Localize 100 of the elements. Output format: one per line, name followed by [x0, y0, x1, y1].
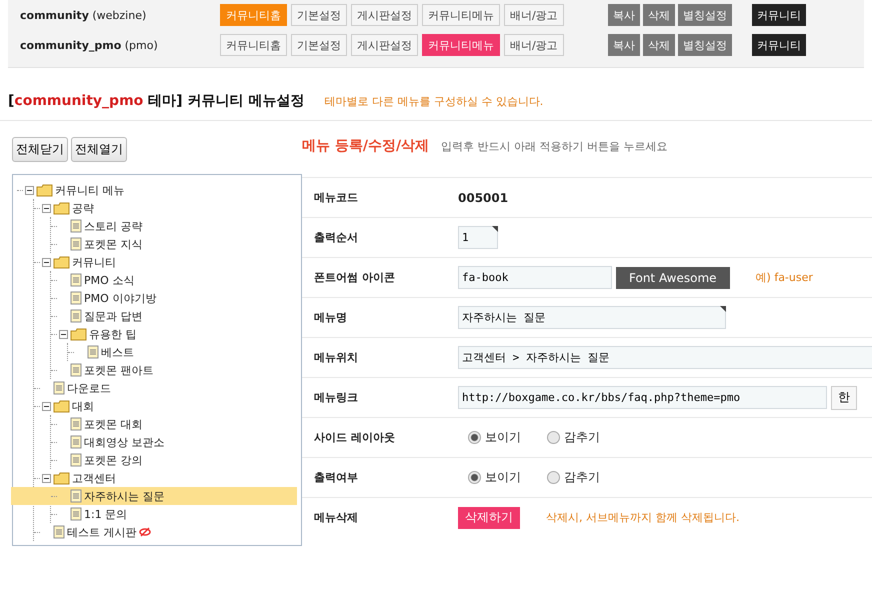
collapse-icon[interactable]	[42, 474, 51, 482]
radio-option[interactable]: 보이기	[468, 469, 521, 486]
collapse-icon[interactable]	[42, 204, 51, 212]
theme-tab[interactable]: 커뮤니티메뉴	[422, 4, 500, 26]
tree-item[interactable]: 대회	[34, 397, 297, 415]
tree-item[interactable]: 1:1 문의	[51, 505, 297, 523]
folder-icon	[53, 472, 70, 484]
field-label: 메뉴위치	[314, 350, 359, 365]
example-note: 예) fa-user	[756, 270, 813, 285]
input-field[interactable]: fa-book	[458, 266, 612, 289]
theme-action-button[interactable]: 삭제	[643, 4, 675, 26]
required-marker-icon	[720, 306, 726, 312]
theme-action-button[interactable]: 삭제	[643, 34, 675, 56]
tree-item[interactable]: PMO 소식	[51, 271, 297, 289]
theme-name: community (webzine)	[20, 8, 148, 22]
document-icon	[53, 525, 65, 539]
theme-name: community_pmo (pmo)	[20, 38, 159, 52]
folder-icon	[53, 400, 70, 412]
theme-tab[interactable]: 게시판설정	[351, 4, 418, 26]
theme-action-button[interactable]: 복사	[608, 34, 640, 56]
form-hint: 입력후 반드시 아래 적용하기 버튼을 누르세요	[441, 139, 668, 154]
input-field[interactable]: 1	[458, 226, 498, 249]
field-label: 폰트어썸 아이콘	[314, 270, 396, 285]
required-marker-icon	[492, 226, 498, 232]
theme-tab[interactable]: 배너/광고	[504, 4, 564, 26]
input-field[interactable]: http://boxgame.co.kr/bbs/faq.php?theme=pmo	[458, 386, 827, 409]
theme-action-button[interactable]: 별칭설정	[678, 4, 732, 26]
collapse-icon[interactable]	[42, 402, 51, 410]
radio-icon[interactable]	[468, 471, 481, 484]
font-awesome-button[interactable]: Font Awesome	[616, 266, 730, 288]
document-icon	[70, 273, 82, 287]
field-label: 메뉴링크	[314, 390, 359, 405]
page-title: [community_pmo 테마] 커뮤니티 메뉴설정	[8, 92, 304, 110]
radio-icon[interactable]	[547, 471, 560, 484]
theme-action-button[interactable]: 별칭설정	[678, 34, 732, 56]
page-note: 테마별로 다른 메뉴를 구성하실 수 있습니다.	[324, 94, 544, 109]
field-label: 메뉴삭제	[314, 510, 359, 525]
tree-item[interactable]: 커뮤니티 메뉴	[17, 181, 297, 199]
document-icon	[70, 237, 82, 251]
tree-item[interactable]: 다운로드	[34, 379, 297, 397]
tree-item[interactable]: 공략	[34, 199, 297, 217]
field-label: 출력여부	[314, 470, 359, 485]
theme-tab[interactable]: 커뮤니티홈	[220, 34, 287, 56]
tree-item[interactable]: 대회영상 보관소	[51, 433, 297, 451]
tree-item[interactable]: 유용한 팁	[51, 325, 297, 343]
tree-item[interactable]: 포켓몬 팬아트	[51, 361, 297, 379]
input-field[interactable]: 자주하시는 질문	[458, 306, 726, 329]
folder-icon	[70, 328, 87, 340]
document-icon	[70, 453, 82, 467]
delete-button[interactable]: 삭제하기	[458, 506, 520, 528]
radio-option[interactable]: 감추기	[547, 469, 600, 486]
theme-action-button[interactable]: 커뮤니티	[752, 4, 806, 26]
radio-icon[interactable]	[547, 431, 560, 444]
tree-item[interactable]: 테스트 게시판	[34, 523, 297, 541]
tree-item[interactable]: 포켓몬 강의	[51, 451, 297, 469]
menu-code: 005001	[458, 190, 508, 204]
side-button[interactable]: 한	[831, 386, 857, 410]
tree-toggle-button[interactable]: 전체닫기	[12, 137, 68, 162]
folder-icon	[53, 256, 70, 268]
folder-icon	[36, 184, 53, 196]
document-icon	[70, 291, 82, 305]
document-icon	[70, 219, 82, 233]
tree-item[interactable]: 질문과 답변	[51, 307, 297, 325]
collapse-icon[interactable]	[25, 186, 34, 194]
tree-item[interactable]: 포켓몬 대회	[51, 415, 297, 433]
document-icon	[70, 309, 82, 323]
field-label: 메뉴명	[314, 310, 348, 325]
delete-note: 삭제시, 서브메뉴까지 함께 삭제됩니다.	[546, 510, 740, 525]
radio-option[interactable]: 보이기	[468, 429, 521, 446]
field-label: 사이드 레이아웃	[314, 430, 396, 445]
tree-item[interactable]: PMO 이야기방	[51, 289, 297, 307]
tree-item[interactable]: 포켓몬 지식	[51, 235, 297, 253]
tree-item[interactable]: 자주하시는 질문	[11, 487, 297, 505]
tree-item[interactable]: 고객센터	[34, 469, 297, 487]
document-icon	[70, 363, 82, 377]
document-icon	[53, 381, 65, 395]
folder-icon	[53, 202, 70, 214]
theme-tab[interactable]: 기본설정	[291, 4, 347, 26]
document-icon	[70, 435, 82, 449]
tree-item[interactable]: 커뮤니티	[34, 253, 297, 271]
document-icon	[70, 507, 82, 521]
radio-icon[interactable]	[468, 431, 481, 444]
theme-tab[interactable]: 배너/광고	[504, 34, 564, 56]
theme-action-button[interactable]: 복사	[608, 4, 640, 26]
document-icon	[87, 345, 99, 359]
tree-toggle-button[interactable]: 전체열기	[71, 137, 127, 162]
collapse-icon[interactable]	[59, 330, 68, 338]
theme-action-button[interactable]: 커뮤니티	[752, 34, 806, 56]
theme-tab[interactable]: 커뮤니티메뉴	[422, 34, 500, 56]
document-icon	[70, 489, 82, 503]
tree-item[interactable]: 스토리 공략	[51, 217, 297, 235]
collapse-icon[interactable]	[42, 258, 51, 266]
field-label: 출력순서	[314, 230, 359, 245]
theme-tab[interactable]: 기본설정	[291, 34, 347, 56]
input-field[interactable]: 고객센터 > 자주하시는 질문	[458, 346, 872, 369]
radio-option[interactable]: 감추기	[547, 429, 600, 446]
theme-tab[interactable]: 게시판설정	[351, 34, 418, 56]
tree-item[interactable]: 베스트	[68, 343, 297, 361]
field-label: 메뉴코드	[314, 190, 359, 205]
document-icon	[70, 417, 82, 431]
